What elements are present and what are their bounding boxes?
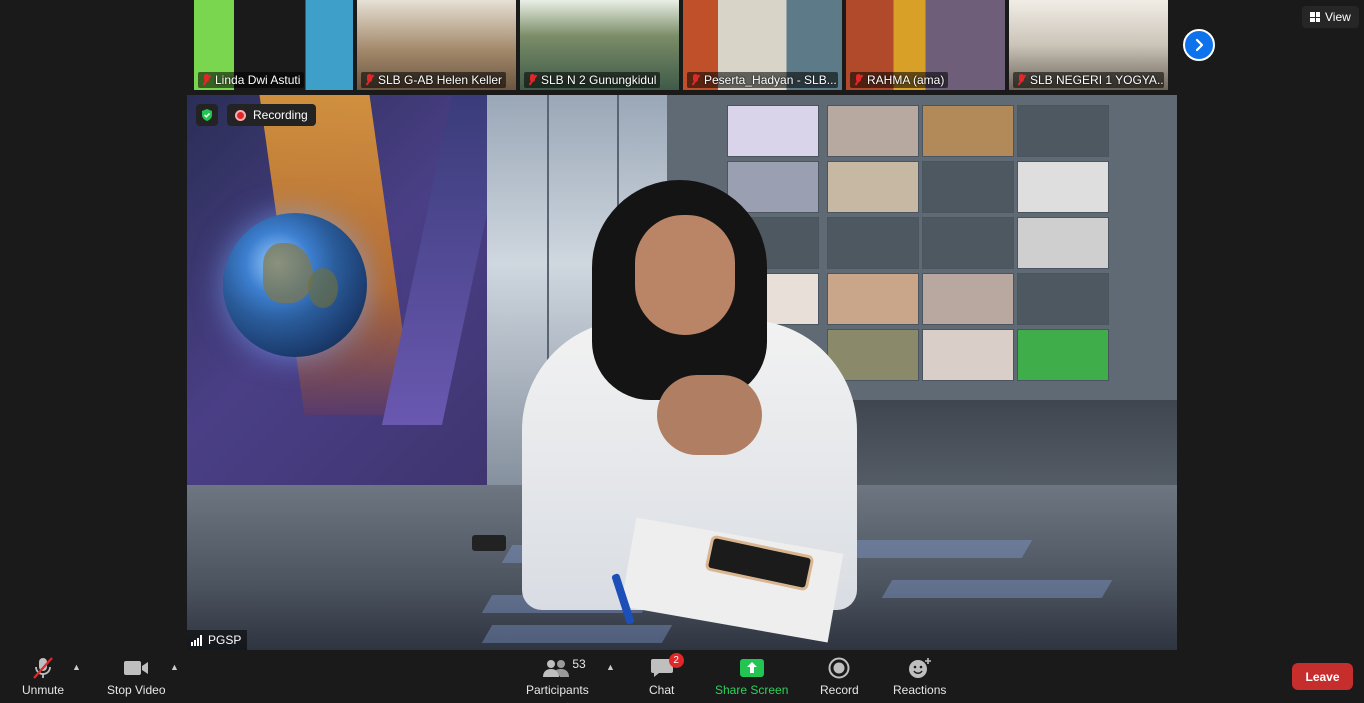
chat-button[interactable]: 2 Chat [649, 653, 684, 697]
record-dot-icon [235, 109, 246, 121]
speaker-person [657, 375, 762, 455]
participant-tile[interactable]: Linda Dwi Astuti [194, 0, 353, 90]
mic-muted-icon [1017, 74, 1026, 86]
mic-muted-icon [365, 74, 374, 86]
security-button[interactable] [196, 104, 218, 126]
camera-object [472, 535, 506, 551]
participants-button[interactable]: 53 Participants [526, 656, 589, 697]
video-camera-icon [122, 656, 150, 680]
participant-name: SLB NEGERI 1 YOGYA... [1030, 73, 1164, 87]
mic-muted-icon [528, 74, 537, 86]
participant-name: RAHMA (ama) [867, 73, 945, 87]
record-icon [828, 656, 850, 680]
mic-muted-icon [854, 74, 863, 86]
participant-nametag: SLB G-AB Helen Keller [361, 72, 507, 88]
next-page-button[interactable] [1183, 29, 1215, 61]
participant-tile[interactable]: RAHMA (ama) [846, 0, 1005, 90]
share-screen-button[interactable]: Share Screen [715, 656, 788, 697]
chat-unread-badge: 2 [668, 653, 684, 668]
participant-name: Linda Dwi Astuti [215, 73, 301, 87]
participant-name: SLB G-AB Helen Keller [378, 73, 503, 87]
mic-muted-icon [30, 656, 56, 680]
participant-tile[interactable]: SLB NEGERI 1 YOGYA... [1009, 0, 1168, 90]
reactions-button[interactable]: Reactions [893, 656, 946, 697]
meeting-toolbar: Unmute ▲ Stop Video ▲ 53 Participants ▲ … [0, 652, 1364, 703]
participant-tile[interactable]: SLB G-AB Helen Keller [357, 0, 516, 90]
speaker-name: PGSP [208, 633, 242, 647]
speaker-nametag: PGSP [187, 630, 248, 650]
chevron-right-icon [1195, 38, 1204, 52]
participant-name: SLB N 2 Gunungkidul [541, 73, 657, 87]
stop-video-button[interactable]: Stop Video [107, 656, 166, 697]
share-screen-icon [739, 656, 765, 680]
speaker-person [635, 215, 735, 335]
record-label: Record [820, 683, 859, 697]
smiley-plus-icon [907, 656, 933, 680]
zoom-meeting-window: Linda Dwi Astuti SLB G-AB Helen Keller S… [0, 0, 1364, 703]
participant-nametag: Peserta_Hadyan - SLB... [687, 72, 838, 88]
mic-muted-icon [691, 74, 700, 86]
unmute-label: Unmute [22, 683, 65, 697]
view-button[interactable]: View [1302, 6, 1359, 28]
grid-view-icon [1310, 12, 1320, 22]
participant-nametag: Linda Dwi Astuti [198, 72, 305, 88]
leave-button[interactable]: Leave [1292, 663, 1353, 690]
participant-nametag: SLB N 2 Gunungkidul [524, 72, 661, 88]
participant-nametag: SLB NEGERI 1 YOGYA... [1013, 72, 1164, 88]
participant-tile[interactable]: Peserta_Hadyan - SLB... [683, 0, 842, 90]
chat-icon: 2 [650, 653, 684, 680]
signal-strength-icon [191, 634, 202, 646]
shield-icon [202, 109, 212, 121]
participants-options-caret[interactable]: ▲ [606, 662, 615, 672]
active-speaker-video: Recording PGSP [187, 95, 1177, 650]
unmute-button[interactable]: Unmute [22, 656, 64, 697]
participants-icon: 53 [526, 656, 588, 680]
participant-nametag: RAHMA (ama) [850, 72, 949, 88]
participant-tile[interactable]: SLB N 2 Gunungkidul [520, 0, 679, 90]
view-label: View [1325, 10, 1351, 24]
record-button[interactable]: Record [820, 656, 859, 697]
video-options-caret[interactable]: ▲ [170, 662, 179, 672]
participants-label: Participants [526, 683, 589, 697]
recording-label: Recording [253, 108, 308, 122]
participant-name: Peserta_Hadyan - SLB... [704, 73, 837, 87]
recording-indicator[interactable]: Recording [227, 104, 316, 126]
gallery-strip: Linda Dwi Astuti SLB G-AB Helen Keller S… [194, 0, 1168, 90]
chat-label: Chat [649, 683, 675, 697]
reactions-label: Reactions [893, 683, 947, 697]
participants-count: 53 [572, 657, 586, 671]
audio-options-caret[interactable]: ▲ [72, 662, 81, 672]
stop-video-label: Stop Video [107, 683, 166, 697]
share-screen-label: Share Screen [715, 683, 789, 697]
mic-muted-icon [202, 74, 211, 86]
globe-graphic [223, 213, 367, 357]
